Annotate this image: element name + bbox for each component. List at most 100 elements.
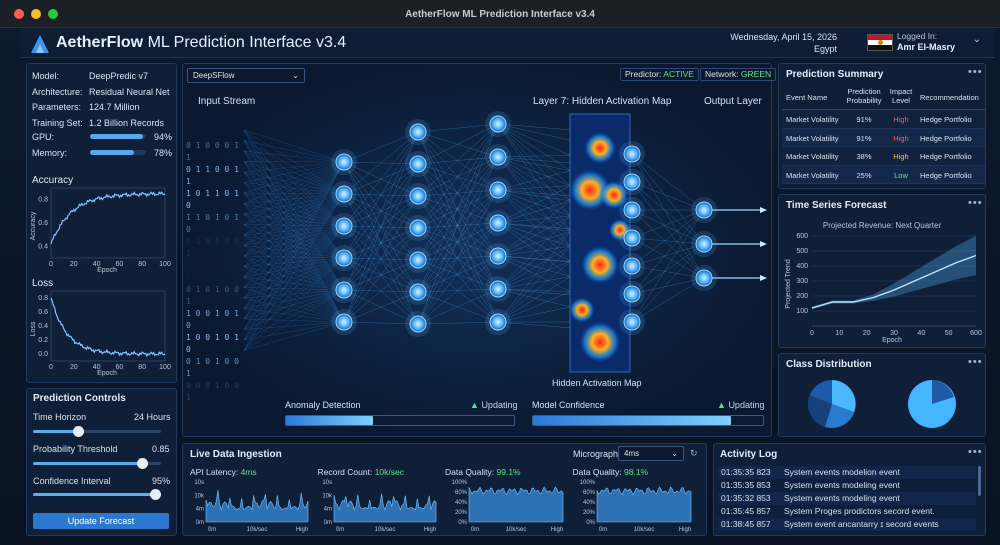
memory-label: Memory: (32, 148, 68, 158)
metric-value: 99.1% (496, 467, 521, 477)
app-window: AetherFlow ML Prediction Interface v3.4 … (0, 0, 1000, 545)
y-tick-label: 0.0 (38, 351, 48, 358)
model-select-dropdown[interactable]: DeepSFlow ⌄ (187, 68, 305, 83)
x-tick-label: 20 (863, 330, 871, 337)
y-tick-label: 10k (322, 493, 333, 499)
model-info-label: Parameters: (32, 102, 82, 112)
y-tick-label: 10k (194, 493, 205, 499)
x-tick-label: 20 (70, 364, 78, 371)
model-confidence-label: Model Confidence (532, 400, 605, 410)
recommendation: Hedge Portfolio (920, 115, 972, 124)
table-body: Market Volatility 91% High Hedge Portfolio M… (782, 110, 985, 184)
confidence-interval-value: 95% (152, 476, 171, 486)
network-node (489, 280, 507, 298)
gpu-label: GPU: (32, 132, 55, 142)
time-horizon-slider[interactable] (33, 426, 161, 437)
x-tick-label: 0m (471, 527, 479, 533)
model-info-value: 1.2 Billion Records (89, 117, 165, 128)
memory-value: 78% (154, 148, 173, 158)
col-impact: Impact Level (889, 87, 913, 105)
chevron-down-icon[interactable]: ⌄ (973, 34, 981, 45)
prediction-probability: 25% (856, 170, 872, 180)
activation-hotspot (569, 297, 595, 323)
recommendation: Hedge Portfolio (920, 152, 972, 161)
slider-handle[interactable] (72, 426, 84, 437)
forecast-chart-title: Projected Revenue: Next Quarter (823, 221, 942, 230)
more-options-icon[interactable]: ••• (968, 197, 992, 209)
anomaly-progress-fill (286, 416, 373, 425)
memory-usage-bar (90, 150, 146, 155)
more-options-icon[interactable]: ••• (968, 66, 992, 78)
window-title: AetherFlow ML Prediction Interface v3.4 (405, 9, 595, 20)
probability-threshold-slider[interactable] (33, 458, 161, 469)
log-entry[interactable]: 01:35:35 823 System events modelion event (718, 466, 976, 479)
x-tick-label: 80 (138, 364, 146, 371)
anomaly-status: ▲ Updating (470, 400, 517, 410)
event-name: Market Volatility (786, 133, 839, 143)
more-options-icon[interactable]: ••• (968, 356, 992, 368)
log-entry[interactable]: 01:35:35 853 System events modeling event (718, 479, 976, 492)
network-node (335, 313, 353, 331)
network-node (623, 313, 641, 331)
network-node (489, 148, 507, 166)
output-arrowhead (760, 241, 767, 247)
activity-log-scrollbar[interactable] (978, 466, 981, 496)
forecast-chart: Projected Revenue: Next Quarter Projecte… (785, 221, 982, 344)
memory-usage-fill (90, 150, 134, 155)
log-entry[interactable]: 01:35:32 853 System events modeling event (718, 492, 976, 505)
network-node (335, 185, 353, 203)
y-tick-label: 4m (323, 507, 331, 513)
y-tick-label: 100 (796, 308, 808, 315)
loss-chart: Loss 0 20 40 60 80 1000.00.20.40.60.8 Epoch L… (30, 278, 171, 377)
aetherflow-logo-icon (31, 35, 49, 53)
output-arrowhead (760, 207, 767, 213)
loss-title: Loss (32, 278, 53, 289)
y-tick-label: 10s (194, 480, 204, 486)
network-label: Network: (705, 69, 739, 79)
gpu-value: 94% (154, 132, 173, 142)
loss-line (50, 297, 166, 358)
y-tick-label: 10s (322, 480, 332, 486)
impact-level: High (893, 115, 909, 124)
micrograph-select[interactable]: 4ms ⌄ (618, 446, 684, 461)
user-name: Amr El-Masry (896, 42, 955, 52)
metric-sparkline: 10s 10k 4m 0m 0m 10k/sec High (322, 480, 436, 533)
y-tick-label: 60% (455, 490, 468, 496)
slider-handle[interactable] (136, 458, 148, 469)
gpu-usage-fill (90, 134, 143, 139)
update-forecast-button[interactable]: Update Forecast (33, 513, 169, 529)
user-info[interactable]: Logged In: Amr El-Masry (897, 31, 955, 53)
col-probability: Prediction Probability (846, 87, 882, 105)
log-time: 01:35:35 823 (721, 467, 771, 477)
binary-row: 0 0 0 1 0 0 1 (186, 381, 239, 402)
model-info-value: DeepPredic v7 (89, 71, 149, 81)
anomaly-status-text: Updating (481, 400, 518, 410)
confidence-interval-slider[interactable] (33, 489, 161, 500)
slider-handle[interactable] (149, 489, 161, 500)
x-tick-label: 0 (810, 330, 814, 337)
app-subtitle: ML Prediction Interface v3.4 (147, 34, 347, 51)
log-text: System event ancantarry ɪ secord events (784, 519, 939, 529)
x-tick-label: 100 (159, 364, 171, 371)
log-entry[interactable]: 01:35:45 857 System Proges prodictors sec… (718, 505, 976, 518)
x-tick-label: High (678, 527, 690, 533)
y-tick-label: 600 (796, 233, 808, 240)
y-tick-label: 40% (582, 500, 595, 506)
x-tick-label: 20 (70, 261, 78, 268)
refresh-icon[interactable]: ↻ (690, 448, 698, 459)
x-tick-label: 10k/sec (506, 527, 527, 533)
anomaly-progress-bar (285, 415, 515, 426)
micrograph-select-value: 4ms (624, 449, 640, 458)
table-row: Market Volatility 91% High Hedge Portfolio (782, 128, 985, 147)
log-text: System Proges prodictors secord event. (784, 506, 935, 516)
network-node (335, 217, 353, 235)
x-tick-label: 0 (49, 261, 53, 268)
more-options-icon[interactable]: ••• (968, 446, 992, 458)
metric-name: Data Quality: (572, 467, 622, 477)
network-status-badge: Network: GREEN (700, 68, 777, 81)
impact-level: High (893, 133, 909, 143)
network-node (623, 285, 641, 303)
up-arrow-icon: ▲ (717, 400, 726, 410)
event-name: Market Volatility (786, 152, 839, 161)
log-entry[interactable]: 01:38:45 857 System event ancantarry ɪ se… (718, 518, 976, 531)
